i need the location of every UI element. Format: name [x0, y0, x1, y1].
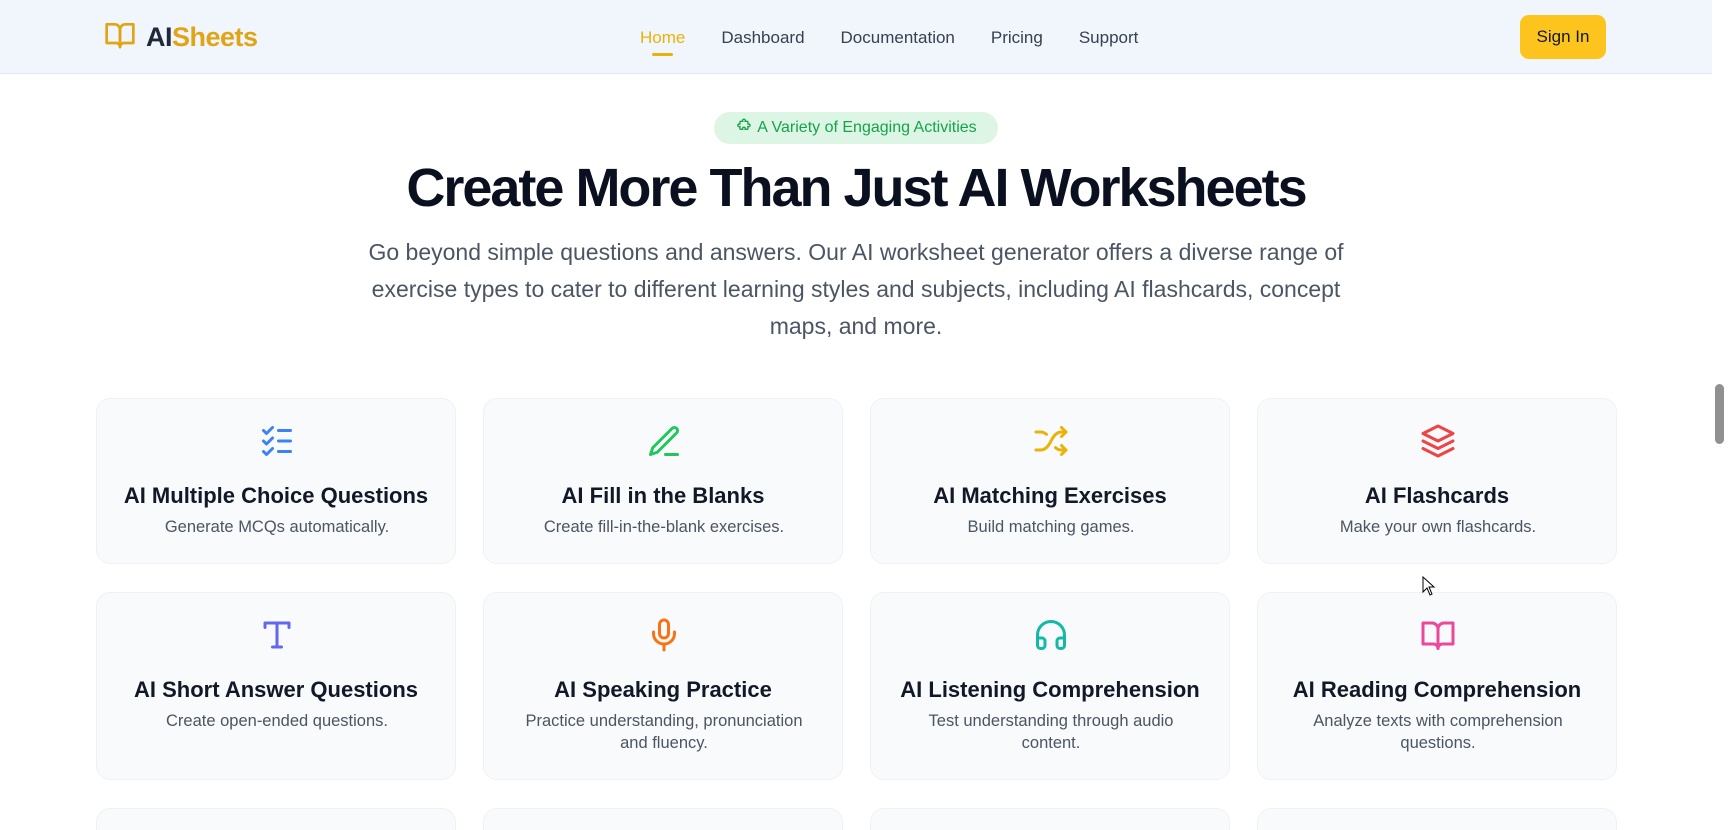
logo-text: AISheets: [146, 22, 258, 53]
card-description: Build matching games.: [967, 518, 1135, 536]
card-title: AI Matching Exercises: [933, 483, 1167, 508]
shuffle-icon: [1033, 423, 1069, 459]
pen-line-icon: [646, 423, 682, 459]
card-description: Practice understanding, pronunciation an…: [525, 712, 803, 752]
book-open-icon: [1420, 617, 1456, 653]
card-description: Analyze texts with comprehension questio…: [1313, 712, 1563, 752]
activity-card-short-answer[interactable]: AI Short Answer Questions Create open-en…: [96, 592, 456, 780]
nav-support[interactable]: Support: [1079, 26, 1139, 50]
card-description: Test understanding through audio content…: [928, 712, 1174, 752]
activity-card-partial[interactable]: [96, 808, 456, 830]
nav-pricing[interactable]: Pricing: [991, 26, 1043, 50]
logo[interactable]: AISheets: [104, 20, 258, 54]
puzzle-icon: [735, 118, 751, 139]
book-open-icon: [104, 19, 136, 56]
card-description: Make your own flashcards.: [1339, 518, 1537, 536]
activity-card-flashcards[interactable]: AI Flashcards Make your own flashcards.: [1257, 398, 1617, 564]
mic-icon: [646, 617, 682, 653]
layers-icon: [1420, 423, 1456, 459]
card-description: Create fill-in-the-blank exercises.: [543, 518, 785, 536]
card-title: AI Reading Comprehension: [1292, 677, 1582, 702]
card-title: AI Speaking Practice: [554, 677, 772, 702]
list-checks-icon: [259, 423, 295, 459]
section-title: Create More Than Just AI Worksheets: [406, 158, 1307, 218]
card-title: AI Short Answer Questions: [133, 677, 418, 702]
top-navbar: AISheets Home Dashboard Documentation Pr…: [0, 0, 1712, 74]
card-title: AI Listening Comprehension: [900, 677, 1200, 702]
mouse-cursor-icon: [1422, 575, 1436, 596]
activity-card-fill-blanks[interactable]: AI Fill in the Blanks Create fill-in-the…: [483, 398, 843, 564]
logo-text-sheets: Sheets: [172, 21, 258, 52]
scrollbar-thumb[interactable]: [1715, 384, 1724, 444]
activity-card-partial[interactable]: [483, 808, 843, 830]
card-title: AI Fill in the Blanks: [561, 483, 765, 508]
nav-dashboard[interactable]: Dashboard: [721, 26, 804, 50]
card-description: Generate MCQs automatically.: [164, 518, 390, 536]
card-title: AI Multiple Choice Questions: [123, 483, 429, 508]
section-badge-text: A Variety of Engaging Activities: [757, 119, 977, 136]
card-title: AI Flashcards: [1364, 483, 1510, 508]
activity-card-mcq[interactable]: AI Multiple Choice Questions Generate MC…: [96, 398, 456, 564]
section-badge: A Variety of Engaging Activities: [714, 112, 998, 144]
sign-in-button[interactable]: Sign In: [1520, 15, 1606, 59]
activity-card-partial[interactable]: [870, 808, 1230, 830]
card-description: Create open-ended questions.: [166, 712, 388, 730]
activity-card-reading[interactable]: AI Reading Comprehension Analyze texts w…: [1257, 592, 1617, 780]
activity-card-matching[interactable]: AI Matching Exercises Build matching gam…: [870, 398, 1230, 564]
headphones-icon: [1033, 617, 1069, 653]
section-subtitle: Go beyond simple questions and answers. …: [368, 239, 1344, 339]
nav-home[interactable]: Home: [640, 26, 685, 56]
logo-text-ai: AI: [146, 21, 173, 52]
main-nav: Home Dashboard Documentation Pricing Sup…: [640, 26, 1139, 56]
nav-documentation[interactable]: Documentation: [841, 26, 955, 50]
type-icon: [259, 617, 295, 653]
activity-card-listening[interactable]: AI Listening Comprehension Test understa…: [870, 592, 1230, 780]
activity-card-speaking[interactable]: AI Speaking Practice Practice understand…: [483, 592, 843, 780]
activity-card-partial[interactable]: [1257, 808, 1617, 830]
